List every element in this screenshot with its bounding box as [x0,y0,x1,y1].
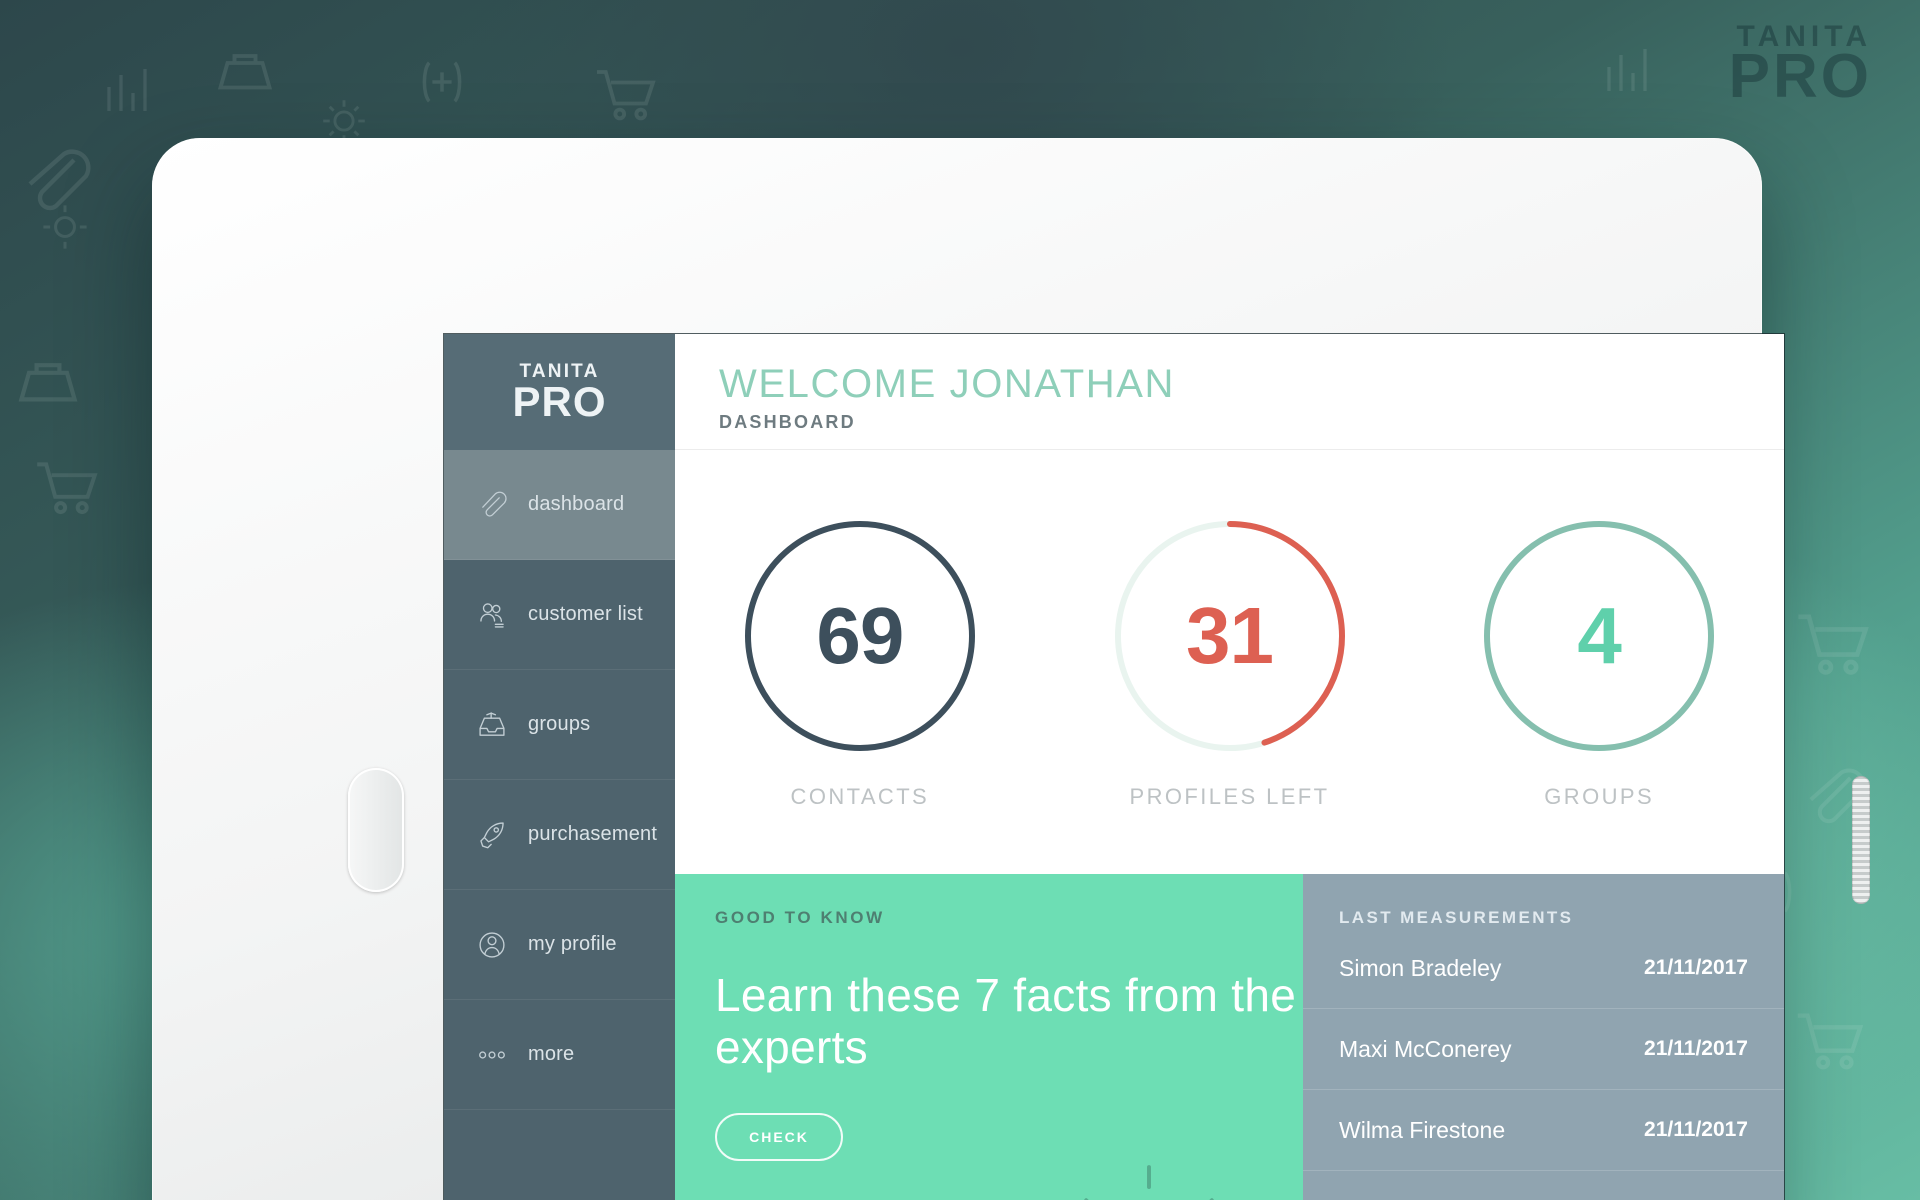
logo-pro-text: PRO [512,377,607,425]
sidebar-item-more[interactable]: more [444,1000,675,1110]
rocket-icon [470,815,514,855]
table-row[interactable]: Benedict Cumberbatch 21/11/2017 [1303,1171,1784,1200]
groups-ring-chart: 4 [1477,514,1721,758]
promo-headline: Learn these 7 facts from the experts [715,969,1297,1073]
page-header: WELCOME JONATHAN DASHBOARD [675,334,1784,450]
contacts-ring-chart: 69 [738,514,982,758]
measurement-date: 21/11/2017 [1644,956,1748,979]
sidebar-item-label: more [528,1043,575,1065]
stat-value: 4 [1577,591,1622,680]
app-logo: TANITA PRO [444,334,675,450]
stats-row: 69 CONTACTS 31 PROFILES LEFT 4 GROUPS [675,450,1784,874]
ellipsis-icon [470,1035,514,1075]
sidebar-item-customer-list[interactable]: customer list [444,560,675,670]
people-icon [470,595,514,635]
stat-label: PROFILES LEFT [1129,784,1330,809]
sidebar-item-label: customer list [528,603,643,625]
last-measurements-panel: LAST MEASUREMENTS Simon Bradeley 21/11/2… [1303,874,1784,1200]
stat-label: GROUPS [1544,784,1655,809]
tablet-screen: TANITA PRO dashboard customer list group… [444,334,1784,1200]
measurement-name: Maxi McConerey [1339,1035,1512,1062]
stat-value: 31 [1186,591,1274,680]
sidebar-item-label: my profile [528,933,617,955]
paperclip-icon [470,485,514,525]
measurement-date: 21/11/2017 [1644,1037,1748,1060]
watermark-line-2: PRO [1728,41,1872,111]
measurement-date: 21/11/2017 [1644,1118,1748,1141]
stat-label: CONTACTS [790,784,930,809]
page-subtitle: DASHBOARD [719,412,856,432]
check-button[interactable]: CHECK [715,1113,843,1162]
table-row[interactable]: Maxi McConerey 21/11/2017 [1303,1009,1784,1090]
table-row[interactable]: Wilma Firestone 21/11/2017 [1303,1090,1784,1171]
table-row[interactable]: Simon Bradeley 21/11/2017 [1303,928,1784,1009]
sidebar-item-dashboard[interactable]: dashboard [444,450,675,560]
measurements-kicker: LAST MEASUREMENTS [1339,908,1574,927]
tablet-home-button[interactable] [348,768,404,892]
sidebar-item-my-profile[interactable]: my profile [444,890,675,1000]
lightbulb-icon [1049,1144,1249,1200]
sidebar-item-groups[interactable]: groups [444,670,675,780]
sidebar-item-label: dashboard [528,493,625,515]
stat-groups: 4 GROUPS [1414,450,1784,874]
tablet-speaker-grille [1852,776,1870,904]
profiles-left-ring-chart: 31 [1108,514,1352,758]
page-title: WELCOME JONATHAN [719,362,1175,406]
tablet-device-frame: TANITA PRO dashboard customer list group… [152,138,1870,1200]
main-content: WELCOME JONATHAN DASHBOARD 69 CONTACTS 3… [675,334,1784,1200]
stat-contacts: 69 CONTACTS [675,450,1045,874]
sidebar-nav: TANITA PRO dashboard customer list group… [444,334,675,1200]
inbox-icon [470,705,514,745]
promo-kicker: GOOD TO KNOW [715,908,885,927]
tanita-pro-watermark: TANITA PRO [1728,22,1872,111]
stat-value: 69 [816,591,904,680]
bottom-panels: GOOD TO KNOW Learn these 7 facts from th… [675,874,1784,1200]
sidebar-item-label: groups [528,713,591,735]
measurement-name: Simon Bradeley [1339,954,1502,981]
measurement-name: Wilma Firestone [1339,1116,1506,1143]
stat-profiles-left: 31 PROFILES LEFT [1045,450,1415,874]
sidebar-item-purchasement[interactable]: purchasement [444,780,675,890]
user-circle-icon [470,925,514,965]
good-to-know-panel: GOOD TO KNOW Learn these 7 facts from th… [675,874,1303,1200]
sidebar-item-label: purchasement [528,823,658,845]
